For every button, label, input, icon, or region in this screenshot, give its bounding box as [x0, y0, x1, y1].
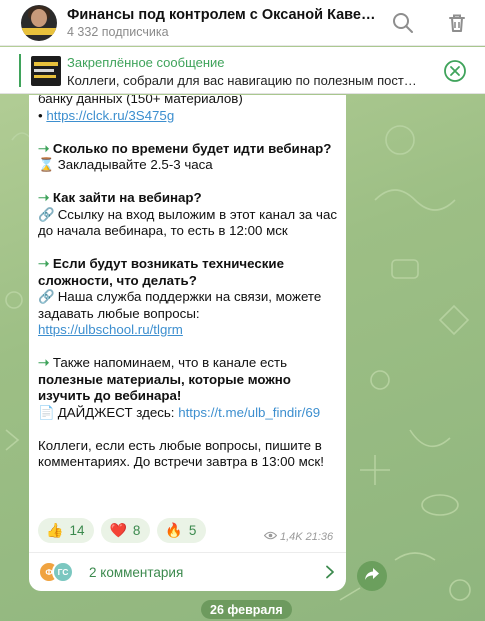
reaction-fire[interactable]: 🔥 5: [157, 518, 207, 543]
reaction-count: 14: [69, 523, 85, 538]
reactions-row: 👍 14 ❤️ 8 🔥 5: [38, 518, 207, 543]
reaction-count: 8: [132, 523, 141, 538]
post-time: 21:36: [305, 531, 334, 543]
pinned-message-bar[interactable]: Закреплённое сообщение Коллеги, собрали …: [0, 47, 485, 94]
search-icon[interactable]: [391, 11, 415, 35]
pinned-preview: Коллеги, собрали для вас навигацию по по…: [67, 73, 417, 88]
arrow-icon: ➝: [38, 140, 50, 156]
avatar: ГС: [52, 561, 74, 583]
share-icon: [364, 567, 380, 586]
support-link[interactable]: https://ulbschool.ru/tlgrm: [38, 322, 183, 337]
reaction-heart[interactable]: ❤️ 8: [101, 518, 151, 543]
pinned-title: Закреплённое сообщение: [67, 55, 225, 70]
q4-text: Также напоминаем, что в канале есть: [52, 355, 288, 370]
share-button[interactable]: [357, 561, 387, 591]
trash-icon[interactable]: [445, 11, 469, 35]
bullet: •: [38, 107, 43, 123]
q2-title: Как зайти на вебинар?: [52, 190, 202, 205]
eye-icon: [263, 531, 278, 543]
q2-answer: Ссылку на вход выложим в этот канал за ч…: [38, 206, 337, 239]
link-icon: 🔗: [38, 206, 55, 222]
channel-avatar[interactable]: [21, 4, 57, 41]
intro-link[interactable]: https://clck.ru/3S475g: [46, 108, 174, 123]
q4-bold: полезные материалы, которые можно изучит…: [38, 371, 291, 404]
view-count: 1,4K: [280, 531, 303, 543]
document-icon: 📄: [38, 404, 55, 420]
q1-answer: Закладывайте 2.5-3 часа: [57, 157, 213, 172]
header-info[interactable]: Финансы под контролем с Оксаной Кавер… 4…: [67, 7, 377, 39]
q3-answer: Наша служба поддержки на связи, можете з…: [38, 289, 322, 321]
channel-title[interactable]: Финансы под контролем с Оксаной Кавер…: [67, 7, 377, 23]
commenter-avatars: Ф ГС: [38, 561, 84, 583]
thumbs-up-icon: 👍: [46, 522, 64, 538]
close-circle-icon[interactable]: [443, 59, 467, 83]
subscriber-count: 4 332 подписчика: [67, 24, 169, 39]
reaction-count: 5: [188, 523, 197, 538]
q3-title: Если будут возникать технические сложнос…: [38, 256, 284, 288]
comments-button[interactable]: Ф ГС 2 комментария: [29, 553, 346, 591]
reaction-thumbs-up[interactable]: 👍 14: [38, 518, 95, 543]
post-text: банку данных (150+ материалов) • https:/…: [38, 95, 338, 487]
chat-header: Финансы под контролем с Оксаной Кавер… 4…: [0, 0, 485, 46]
post-meta: 1,4K 21:36: [263, 531, 334, 543]
q1-title: Сколько по времени будет идти вебинар?: [52, 140, 332, 156]
arrow-icon: ➝: [38, 256, 50, 271]
fire-icon: 🔥: [165, 522, 183, 538]
date-separator: 26 февраля: [201, 600, 292, 619]
arrow-icon: ➝: [38, 190, 50, 205]
digest-link[interactable]: https://t.me/ulb_findir/69: [178, 405, 320, 420]
pinned-thumbnail: [31, 56, 61, 86]
chevron-right-icon: [325, 565, 335, 584]
intro-line: банку данных (150+ материалов): [38, 95, 243, 106]
digest-label: ДАЙДЖЕСТ здесь:: [57, 404, 175, 420]
outro-text: Коллеги, если есть любые вопросы, пишите…: [38, 437, 324, 470]
arrow-icon: ➝: [38, 355, 50, 370]
channel-post: банку данных (150+ материалов) • https:/…: [29, 95, 346, 591]
comments-label: 2 комментария: [89, 564, 184, 580]
link-icon: 🔗: [38, 289, 55, 304]
heart-icon: ❤️: [109, 522, 127, 538]
hourglass-icon: ⌛: [38, 157, 55, 172]
pinned-indicator: [19, 54, 21, 87]
